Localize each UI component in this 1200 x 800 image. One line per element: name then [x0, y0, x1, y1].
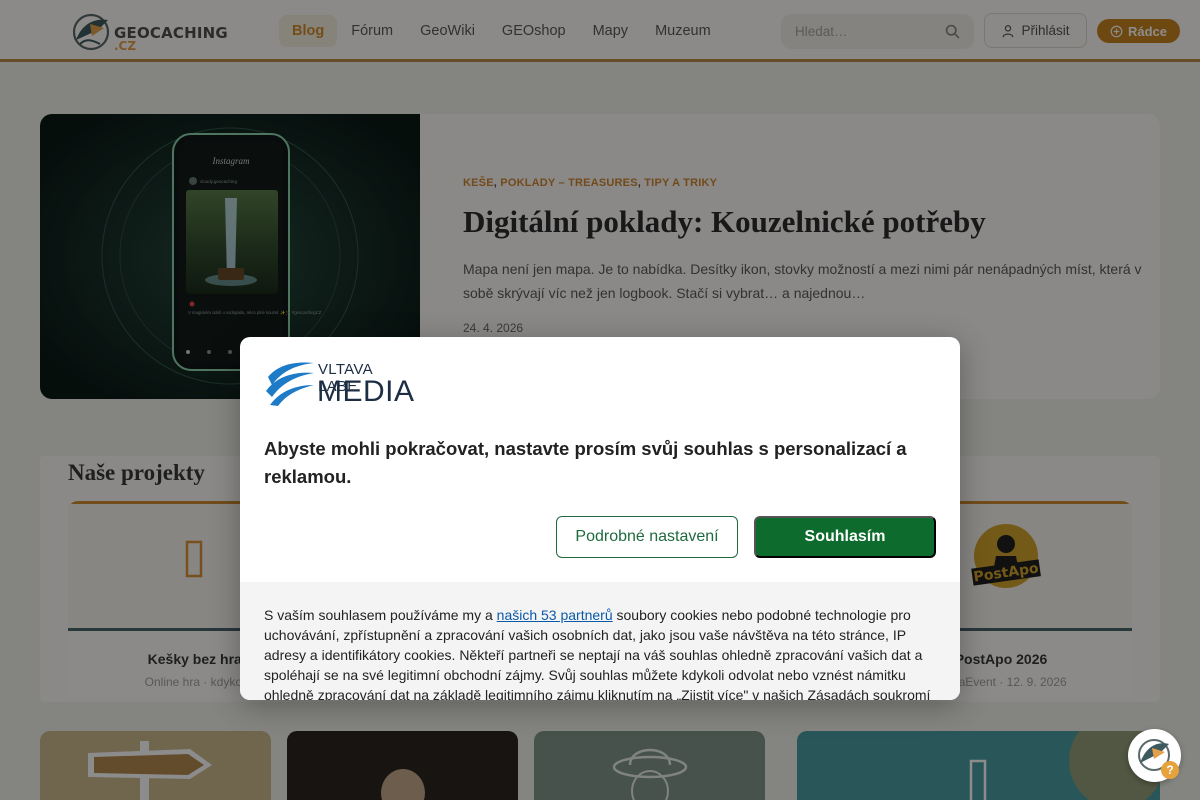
partners-link[interactable]: našich 53 partnerů	[497, 607, 613, 623]
consent-info-before-link: S vaším souhlasem používáme my a	[264, 607, 497, 623]
consent-heading: Abyste mohli pokračovat, nastavte prosím…	[264, 438, 907, 487]
help-icon[interactable]: ?	[1161, 761, 1179, 779]
consent-logo: VLTAVA LABE MEDIA	[264, 359, 414, 408]
consent-info: S vaším souhlasem používáme my a našich …	[240, 582, 960, 700]
consent-dialog: VLTAVA LABE MEDIA Abyste mohli pokračova…	[240, 337, 960, 700]
consent-logo-bottom: MEDIA	[317, 375, 415, 408]
detailed-settings-button[interactable]: Podrobné nastavení	[556, 516, 738, 558]
agree-button[interactable]: Souhlasím	[754, 516, 936, 558]
consent-info-text: S vaším souhlasem používáme my a našich …	[264, 605, 940, 700]
wave-logo-icon	[266, 362, 314, 406]
